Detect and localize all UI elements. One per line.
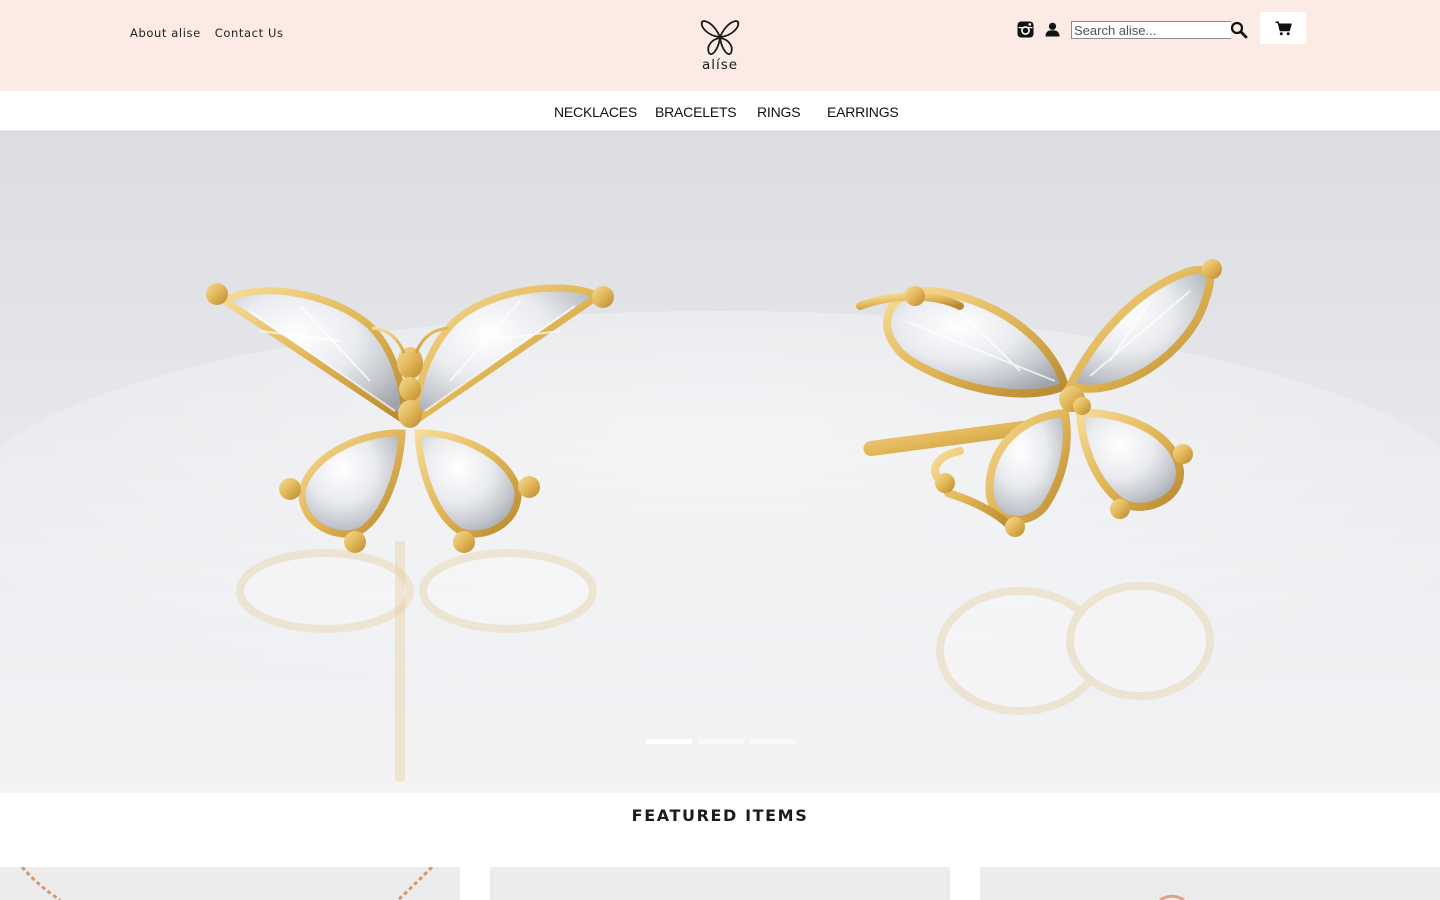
brand-logo[interactable]: alíse (695, 18, 745, 74)
logo-wordmark: alíse (701, 57, 739, 73)
rose-gold-item-image (1159, 894, 1185, 900)
featured-items-heading: FEATURED ITEMS (631, 806, 809, 825)
search-button[interactable] (1229, 20, 1249, 40)
top-links: About alise Contact Us (130, 26, 284, 40)
slider-dots (646, 739, 796, 744)
nav-necklaces[interactable]: NECKLACES (554, 104, 637, 120)
hero-slider[interactable] (0, 131, 1440, 793)
slide-dot-2[interactable] (698, 739, 744, 744)
contact-link[interactable]: Contact Us (215, 26, 284, 40)
instagram-icon[interactable] (1016, 20, 1034, 38)
search-box (1071, 21, 1251, 39)
user-icon[interactable] (1044, 20, 1060, 38)
top-header: About alise Contact Us alíse (0, 0, 1440, 91)
cart-icon (1275, 21, 1292, 35)
featured-card-1[interactable] (0, 867, 460, 900)
slide-dot-1[interactable] (646, 739, 692, 744)
cart-button[interactable] (1260, 12, 1306, 44)
nav-bracelets[interactable]: BRACELETS (655, 104, 737, 120)
butterfly-logo-icon (700, 20, 740, 55)
search-input[interactable] (1071, 21, 1231, 39)
necklace-chain-image (20, 867, 434, 900)
search-icon (1230, 21, 1248, 39)
about-link[interactable]: About alise (130, 26, 201, 40)
nav-earrings[interactable]: EARRINGS (827, 104, 899, 120)
hero-image (0, 259, 1440, 781)
featured-card-2[interactable] (490, 867, 950, 900)
category-nav: NECKLACES BRACELETS RINGS EARRINGS (0, 91, 1440, 131)
slide-dot-3[interactable] (750, 739, 796, 744)
featured-card-3[interactable] (980, 867, 1440, 900)
nav-rings[interactable]: RINGS (757, 104, 801, 120)
